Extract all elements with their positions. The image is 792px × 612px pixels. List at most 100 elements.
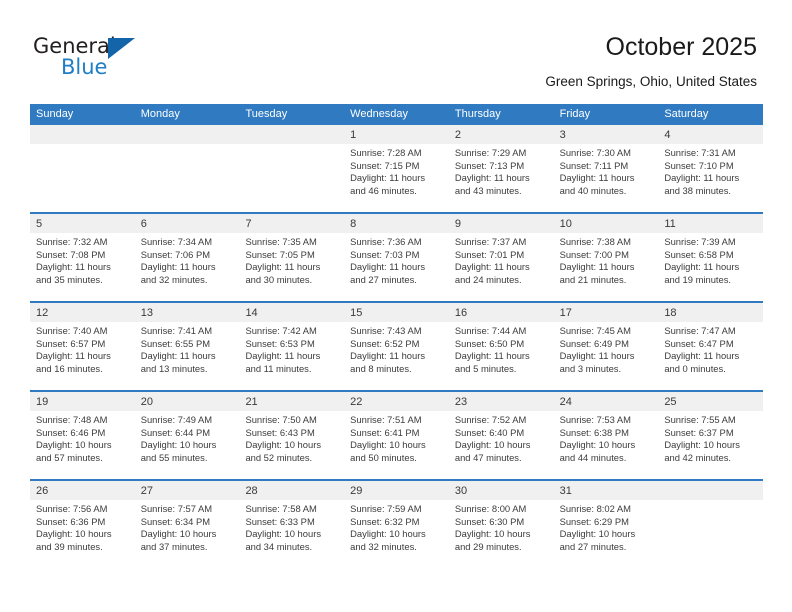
sunrise-text: Sunrise: 7:57 AM bbox=[140, 503, 213, 514]
sunrise-text: Sunrise: 7:38 AM bbox=[559, 236, 631, 247]
day-cell[interactable]: 1 Sunrise: 7:28 AM Sunset: 7:15 PM Dayli… bbox=[344, 125, 449, 212]
sunrise-text: Sunrise: 7:58 AM bbox=[245, 503, 317, 514]
daylight-text-line1: Daylight: 11 hours bbox=[454, 172, 530, 184]
day-cell[interactable]: 24 Sunrise: 7:53 AM Sunset: 6:38 PM Dayl… bbox=[553, 392, 659, 479]
day-cell[interactable]: 9 Sunrise: 7:37 AM Sunset: 7:01 PM Dayli… bbox=[448, 214, 554, 301]
daylight-text-line1: Daylight: 11 hours bbox=[350, 261, 426, 273]
day-info: Sunrise: 7:43 AM Sunset: 6:52 PM Dayligh… bbox=[344, 322, 449, 375]
day-cell[interactable]: 26 Sunrise: 7:56 AM Sunset: 6:36 PM Dayl… bbox=[30, 481, 135, 570]
day-info: Sunrise: 8:00 AM Sunset: 6:30 PM Dayligh… bbox=[449, 500, 554, 553]
sunrise-text: Sunrise: 7:39 AM bbox=[664, 236, 736, 247]
daylight-text-line2: and 11 minutes. bbox=[245, 362, 312, 374]
day-info: Sunrise: 7:32 AM Sunset: 7:08 PM Dayligh… bbox=[30, 233, 135, 286]
day-number-band: 27 bbox=[134, 481, 240, 500]
day-cell[interactable]: 4 Sunrise: 7:31 AM Sunset: 7:10 PM Dayli… bbox=[658, 125, 764, 212]
day-cell[interactable]: 22 Sunrise: 7:51 AM Sunset: 6:41 PM Dayl… bbox=[344, 392, 449, 479]
day-info: Sunrise: 7:53 AM Sunset: 6:38 PM Dayligh… bbox=[554, 411, 659, 464]
sunrise-text: Sunrise: 7:40 AM bbox=[36, 325, 108, 336]
day-number: 9 bbox=[454, 218, 461, 230]
week-row: 19 Sunrise: 7:48 AM Sunset: 6:46 PM Dayl… bbox=[30, 392, 764, 481]
brand-logo[interactable]: General Blue bbox=[33, 34, 173, 84]
day-number: 30 bbox=[454, 485, 468, 497]
daylight-text-line2: and 5 minutes. bbox=[454, 362, 517, 374]
day-cell[interactable]: 15 Sunrise: 7:43 AM Sunset: 6:52 PM Dayl… bbox=[344, 303, 449, 390]
day-cell[interactable]: 12 Sunrise: 7:40 AM Sunset: 6:57 PM Dayl… bbox=[30, 303, 135, 390]
day-cell[interactable]: 17 Sunrise: 7:45 AM Sunset: 6:49 PM Dayl… bbox=[553, 303, 659, 390]
sunset-text: Sunset: 7:10 PM bbox=[664, 159, 734, 171]
day-cell[interactable]: 7 Sunrise: 7:35 AM Sunset: 7:05 PM Dayli… bbox=[239, 214, 345, 301]
day-number: 31 bbox=[559, 485, 572, 497]
day-info: Sunrise: 7:41 AM Sunset: 6:55 PM Dayligh… bbox=[135, 322, 240, 375]
day-cell[interactable]: 23 Sunrise: 7:52 AM Sunset: 6:40 PM Dayl… bbox=[448, 392, 554, 479]
day-cell[interactable]: 20 Sunrise: 7:49 AM Sunset: 6:44 PM Dayl… bbox=[134, 392, 240, 479]
day-cell[interactable]: 18 Sunrise: 7:47 AM Sunset: 6:47 PM Dayl… bbox=[658, 303, 764, 390]
day-number: 4 bbox=[664, 129, 671, 141]
day-cell[interactable]: 2 Sunrise: 7:29 AM Sunset: 7:13 PM Dayli… bbox=[448, 125, 554, 212]
weekday-header-row: Sunday Monday Tuesday Wednesday Thursday… bbox=[30, 104, 763, 125]
daylight-text-line2: and 35 minutes. bbox=[36, 273, 103, 285]
day-number-band: 6 bbox=[134, 214, 240, 233]
sunrise-text: Sunrise: 7:51 AM bbox=[350, 414, 422, 425]
sunset-text: Sunset: 6:58 PM bbox=[664, 248, 734, 260]
week-row: 12 Sunrise: 7:40 AM Sunset: 6:57 PM Dayl… bbox=[30, 303, 764, 392]
day-number-band: 30 bbox=[448, 481, 554, 500]
daylight-text-line1: Daylight: 10 hours bbox=[245, 439, 322, 451]
calendar-page: General Blue October 2025 Green Springs,… bbox=[0, 0, 792, 612]
day-cell[interactable]: 11 Sunrise: 7:39 AM Sunset: 6:58 PM Dayl… bbox=[658, 214, 764, 301]
daylight-text-line2: and 0 minutes. bbox=[664, 362, 726, 374]
page-header: General Blue October 2025 Green Springs,… bbox=[0, 0, 792, 104]
day-number-band: 23 bbox=[448, 392, 554, 411]
sunrise-text: Sunrise: 7:44 AM bbox=[454, 325, 527, 336]
day-cell[interactable] bbox=[134, 125, 240, 212]
sunrise-text: Sunrise: 8:00 AM bbox=[454, 503, 527, 514]
daylight-text-line1: Daylight: 10 hours bbox=[559, 439, 636, 451]
daylight-text-line1: Daylight: 11 hours bbox=[245, 261, 321, 273]
day-cell[interactable] bbox=[30, 125, 135, 212]
sunrise-text: Sunrise: 8:02 AM bbox=[559, 503, 631, 514]
day-cell[interactable]: 21 Sunrise: 7:50 AM Sunset: 6:43 PM Dayl… bbox=[239, 392, 345, 479]
day-number: 14 bbox=[245, 307, 258, 319]
sunset-text: Sunset: 6:57 PM bbox=[36, 337, 106, 349]
day-cell[interactable]: 30 Sunrise: 8:00 AM Sunset: 6:30 PM Dayl… bbox=[448, 481, 554, 570]
day-number-band: 20 bbox=[134, 392, 240, 411]
sunset-text: Sunset: 6:50 PM bbox=[454, 337, 525, 349]
day-cell[interactable]: 31 Sunrise: 8:02 AM Sunset: 6:29 PM Dayl… bbox=[553, 481, 659, 570]
day-cell[interactable]: 3 Sunrise: 7:30 AM Sunset: 7:11 PM Dayli… bbox=[553, 125, 659, 212]
day-cell[interactable]: 19 Sunrise: 7:48 AM Sunset: 6:46 PM Dayl… bbox=[30, 392, 135, 479]
daylight-text-line2: and 29 minutes. bbox=[454, 540, 522, 552]
day-number: 12 bbox=[36, 307, 49, 319]
sunrise-text: Sunrise: 7:55 AM bbox=[664, 414, 736, 425]
day-info: Sunrise: 8:02 AM Sunset: 6:29 PM Dayligh… bbox=[554, 500, 659, 553]
day-number: 2 bbox=[454, 129, 461, 141]
daylight-text-line2: and 34 minutes. bbox=[245, 540, 313, 552]
daylight-text-line1: Daylight: 11 hours bbox=[140, 261, 216, 273]
sunrise-text: Sunrise: 7:36 AM bbox=[350, 236, 422, 247]
day-cell[interactable] bbox=[239, 125, 345, 212]
day-cell[interactable]: 25 Sunrise: 7:55 AM Sunset: 6:37 PM Dayl… bbox=[658, 392, 764, 479]
daylight-text-line2: and 52 minutes. bbox=[245, 451, 313, 463]
day-info: Sunrise: 7:57 AM Sunset: 6:34 PM Dayligh… bbox=[135, 500, 240, 553]
day-cell[interactable]: 14 Sunrise: 7:42 AM Sunset: 6:53 PM Dayl… bbox=[239, 303, 345, 390]
daylight-text-line1: Daylight: 11 hours bbox=[350, 350, 426, 362]
sunset-text: Sunset: 6:30 PM bbox=[454, 515, 525, 527]
day-number: 8 bbox=[350, 218, 357, 230]
day-cell[interactable]: 13 Sunrise: 7:41 AM Sunset: 6:55 PM Dayl… bbox=[134, 303, 240, 390]
day-cell[interactable]: 10 Sunrise: 7:38 AM Sunset: 7:00 PM Dayl… bbox=[553, 214, 659, 301]
day-number-band: 24 bbox=[553, 392, 659, 411]
day-cell[interactable]: 27 Sunrise: 7:57 AM Sunset: 6:34 PM Dayl… bbox=[134, 481, 240, 570]
day-cell[interactable]: 28 Sunrise: 7:58 AM Sunset: 6:33 PM Dayl… bbox=[239, 481, 345, 570]
day-cell[interactable] bbox=[658, 481, 764, 570]
daylight-text-line2: and 27 minutes. bbox=[350, 273, 417, 285]
day-cell[interactable]: 6 Sunrise: 7:34 AM Sunset: 7:06 PM Dayli… bbox=[134, 214, 240, 301]
day-number-band: 9 bbox=[448, 214, 554, 233]
daylight-text-line1: Daylight: 11 hours bbox=[36, 350, 111, 362]
day-cell[interactable]: 5 Sunrise: 7:32 AM Sunset: 7:08 PM Dayli… bbox=[30, 214, 135, 301]
sunset-text: Sunset: 6:33 PM bbox=[245, 515, 315, 527]
day-cell[interactable]: 29 Sunrise: 7:59 AM Sunset: 6:32 PM Dayl… bbox=[344, 481, 449, 570]
daylight-text-line1: Daylight: 10 hours bbox=[454, 439, 531, 451]
sunset-text: Sunset: 6:49 PM bbox=[559, 337, 629, 349]
day-cell[interactable]: 8 Sunrise: 7:36 AM Sunset: 7:03 PM Dayli… bbox=[344, 214, 449, 301]
sunset-text: Sunset: 6:37 PM bbox=[664, 426, 734, 438]
day-cell[interactable]: 16 Sunrise: 7:44 AM Sunset: 6:50 PM Dayl… bbox=[448, 303, 554, 390]
sunset-text: Sunset: 6:52 PM bbox=[350, 337, 420, 349]
